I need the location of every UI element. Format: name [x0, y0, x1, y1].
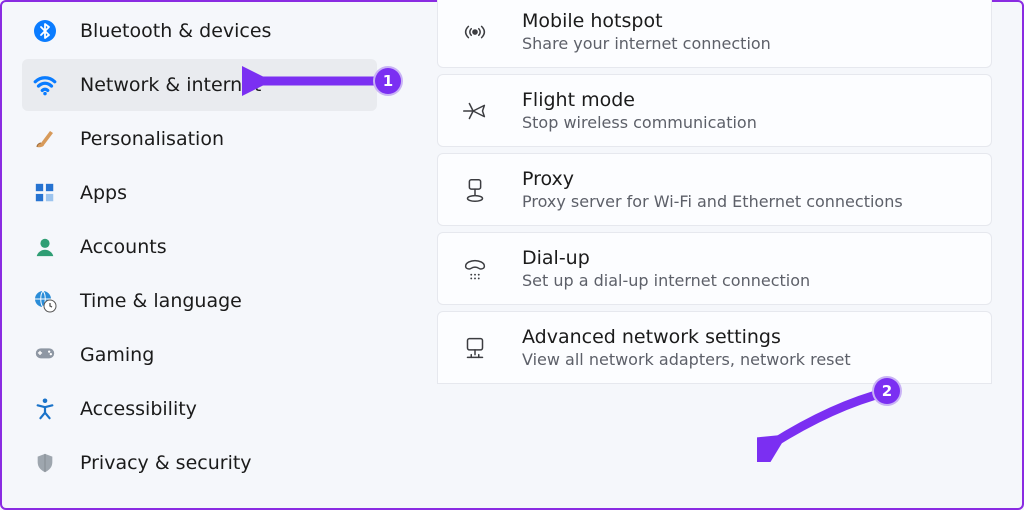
- sidebar-item-time-language[interactable]: Time & language: [22, 275, 377, 327]
- card-mobile-hotspot[interactable]: Mobile hotspot Share your internet conne…: [437, 0, 992, 68]
- proxy-icon: [458, 173, 492, 207]
- sidebar-item-accessibility[interactable]: Accessibility: [22, 383, 377, 435]
- sidebar-item-label: Apps: [80, 182, 127, 204]
- card-flight-mode[interactable]: Flight mode Stop wireless communication: [437, 74, 992, 147]
- card-proxy[interactable]: Proxy Proxy server for Wi-Fi and Etherne…: [437, 153, 992, 226]
- sidebar-item-personalisation[interactable]: Personalisation: [22, 113, 377, 165]
- sidebar-item-gaming[interactable]: Gaming: [22, 329, 377, 381]
- person-icon: [32, 234, 58, 260]
- card-subtitle: Proxy server for Wi-Fi and Ethernet conn…: [522, 192, 903, 211]
- sidebar-item-label: Privacy & security: [80, 452, 252, 474]
- card-subtitle: Stop wireless communication: [522, 113, 757, 132]
- card-title: Mobile hotspot: [522, 10, 771, 32]
- brush-icon: [32, 126, 58, 152]
- sidebar-item-label: Accounts: [80, 236, 167, 258]
- sidebar-item-label: Network & internet: [80, 74, 261, 96]
- shield-icon: [32, 450, 58, 476]
- sidebar-item-label: Accessibility: [80, 398, 197, 420]
- card-subtitle: Share your internet connection: [522, 34, 771, 53]
- settings-content: Mobile hotspot Share your internet conne…: [397, 2, 1022, 508]
- settings-sidebar: Bluetooth & devices Network & internet P…: [2, 2, 397, 508]
- sidebar-item-network[interactable]: Network & internet: [22, 59, 377, 111]
- hotspot-icon: [458, 15, 492, 49]
- sidebar-item-apps[interactable]: Apps: [22, 167, 377, 219]
- sidebar-item-privacy[interactable]: Privacy & security: [22, 437, 377, 489]
- apps-icon: [32, 180, 58, 206]
- annotation-badge-2: 2: [874, 378, 900, 404]
- sidebar-item-bluetooth[interactable]: Bluetooth & devices: [22, 5, 377, 57]
- airplane-icon: [458, 94, 492, 128]
- card-subtitle: View all network adapters, network reset: [522, 350, 851, 369]
- sidebar-item-accounts[interactable]: Accounts: [22, 221, 377, 273]
- card-title: Proxy: [522, 168, 903, 190]
- bluetooth-icon: [32, 18, 58, 44]
- wifi-icon: [32, 72, 58, 98]
- card-advanced-network[interactable]: Advanced network settings View all netwo…: [437, 311, 992, 384]
- accessibility-icon: [32, 396, 58, 422]
- card-subtitle: Set up a dial-up internet connection: [522, 271, 810, 290]
- annotation-badge-1: 1: [375, 68, 401, 94]
- sidebar-item-label: Personalisation: [80, 128, 224, 150]
- network-adapter-icon: [458, 331, 492, 365]
- gamepad-icon: [32, 342, 58, 368]
- card-title: Dial-up: [522, 247, 810, 269]
- card-title: Flight mode: [522, 89, 757, 111]
- phone-icon: [458, 252, 492, 286]
- sidebar-item-label: Time & language: [80, 290, 242, 312]
- globe-clock-icon: [32, 288, 58, 314]
- sidebar-item-label: Gaming: [80, 344, 154, 366]
- card-dial-up[interactable]: Dial-up Set up a dial-up internet connec…: [437, 232, 992, 305]
- sidebar-item-label: Bluetooth & devices: [80, 20, 271, 42]
- card-title: Advanced network settings: [522, 326, 851, 348]
